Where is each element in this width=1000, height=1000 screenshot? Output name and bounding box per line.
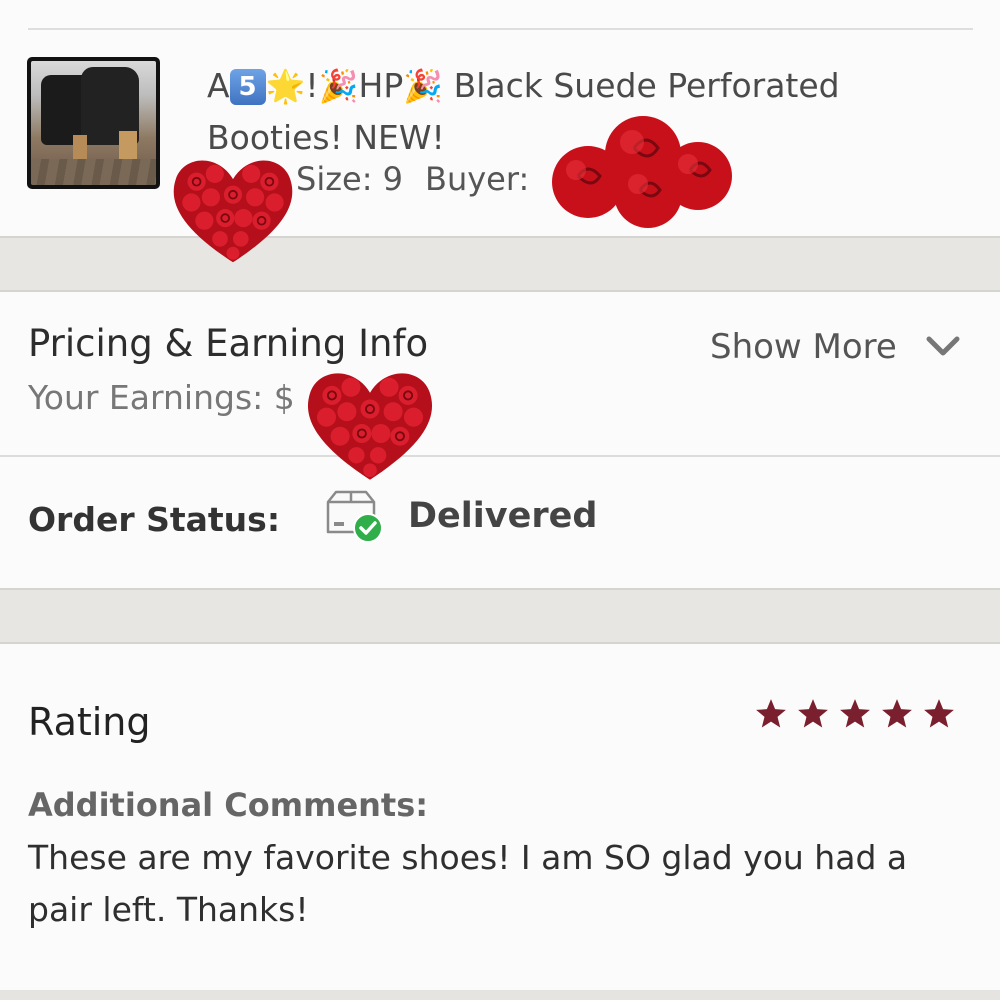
order-status-label: Order Status: — [28, 500, 281, 539]
star-icon — [756, 699, 786, 728]
bottom-divider — [0, 990, 1000, 1000]
title-exclaim: ! — [305, 66, 319, 105]
title-prefix: A — [207, 66, 230, 105]
glowing-star-icon: 🌟 — [265, 67, 306, 105]
buyer-label: Buyer: — [425, 160, 530, 198]
size-text: Size: 9 — [296, 160, 403, 198]
show-more-button[interactable]: Show More — [710, 327, 897, 367]
size-buyer-line: Size: 9 Buyer: — [296, 160, 529, 198]
product-thumbnail[interactable] — [27, 57, 160, 189]
keycap-5-icon: 5 — [229, 69, 266, 105]
order-details-screen: A 5 🌟!🎉HP🎉 Black Suede Perforated Booties!… — [0, 0, 1000, 1000]
order-status-value: Delivered — [408, 496, 598, 536]
divider — [0, 455, 1000, 457]
section-separator — [0, 588, 1000, 644]
title-line2: Booties! NEW! — [207, 118, 445, 157]
comments-text: These are my favorite shoes! I am SO gla… — [28, 838, 908, 929]
chevron-down-icon[interactable] — [926, 334, 960, 358]
section-separator — [0, 236, 1000, 292]
comments-label: Additional Comments: — [28, 786, 429, 824]
rose-heart-sticker — [307, 373, 433, 480]
party-popper-icon: 🎉 — [403, 67, 444, 105]
star-icon — [798, 699, 828, 728]
rating-label: Rating — [28, 700, 151, 744]
earnings-label: Your Earnings: $ — [28, 378, 295, 417]
top-divider — [28, 28, 973, 30]
product-photo — [31, 61, 156, 185]
pricing-heading: Pricing & Earning Info — [28, 322, 429, 365]
star-icon — [840, 699, 870, 728]
party-popper-icon: 🎉 — [318, 67, 359, 105]
title-main: Black Suede Perforated — [453, 66, 840, 105]
star-icon — [924, 699, 954, 728]
star-icon — [882, 699, 912, 728]
title-hp: HP — [358, 66, 404, 105]
delivered-package-icon — [326, 490, 383, 543]
rating-stars — [754, 697, 956, 731]
item-title[interactable]: A 5 🌟!🎉HP🎉 Black Suede Perforated Booties!… — [207, 60, 967, 164]
